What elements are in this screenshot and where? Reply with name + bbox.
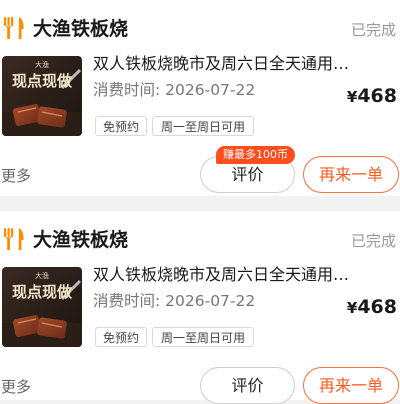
- deal-thumbnail[interactable]: 大渔 现点现做: [2, 267, 82, 347]
- tag-no-reservation: 免预约: [95, 327, 147, 347]
- fork-knife-icon: [4, 17, 24, 39]
- reorder-button[interactable]: 再来一单: [303, 367, 399, 404]
- price-value: 468: [357, 85, 397, 107]
- review-button[interactable]: 评价: [200, 367, 295, 404]
- deal-thumbnail[interactable]: 大渔 现点现做: [2, 56, 82, 136]
- order-price: ¥468: [347, 84, 397, 109]
- more-button[interactable]: 更多: [1, 166, 31, 186]
- order-card[interactable]: 大渔铁板烧 已完成 大渔 现点现做 双人铁板烧晚市及周六日全天通用套餐 消费时间…: [0, 211, 400, 404]
- order-card[interactable]: 大渔铁板烧 已完成 大渔 现点现做 双人铁板烧晚市及周六日全天通用套餐 消费时间…: [0, 0, 400, 196]
- more-button[interactable]: 更多: [1, 377, 31, 397]
- date-label: 消费时间:: [93, 292, 166, 310]
- tag-available-days: 周一至周日可用: [152, 327, 254, 347]
- order-status: 已完成: [350, 232, 396, 250]
- consumption-time: 消费时间: 2026-07-22: [93, 80, 255, 101]
- deal-title[interactable]: 双人铁板烧晚市及周六日全天通用套餐: [93, 264, 355, 285]
- fork-knife-icon: [4, 228, 24, 250]
- deal-title[interactable]: 双人铁板烧晚市及周六日全天通用套餐: [93, 53, 355, 74]
- date-value: 2026-07-22: [165, 81, 256, 99]
- price-symbol: ¥: [346, 299, 358, 317]
- earn-coins-badge: 赚最多100币: [216, 146, 295, 164]
- tag-no-reservation: 免预约: [95, 116, 147, 136]
- thumbnail-logo: 大渔: [35, 272, 49, 280]
- store-name[interactable]: 大渔铁板烧: [33, 16, 128, 42]
- order-status: 已完成: [350, 21, 396, 39]
- tag-available-days: 周一至周日可用: [152, 116, 254, 136]
- date-label: 消费时间:: [93, 81, 166, 99]
- reorder-button[interactable]: 再来一单: [303, 156, 399, 193]
- store-name[interactable]: 大渔铁板烧: [33, 227, 128, 253]
- date-value: 2026-07-22: [165, 292, 256, 310]
- thumbnail-caption: 现点现做: [11, 72, 72, 90]
- price-symbol: ¥: [346, 88, 358, 106]
- order-price: ¥468: [347, 295, 397, 320]
- thumbnail-caption: 现点现做: [11, 283, 72, 301]
- consumption-time: 消费时间: 2026-07-22: [93, 291, 255, 312]
- thumbnail-logo: 大渔: [35, 61, 49, 69]
- price-value: 468: [357, 296, 397, 318]
